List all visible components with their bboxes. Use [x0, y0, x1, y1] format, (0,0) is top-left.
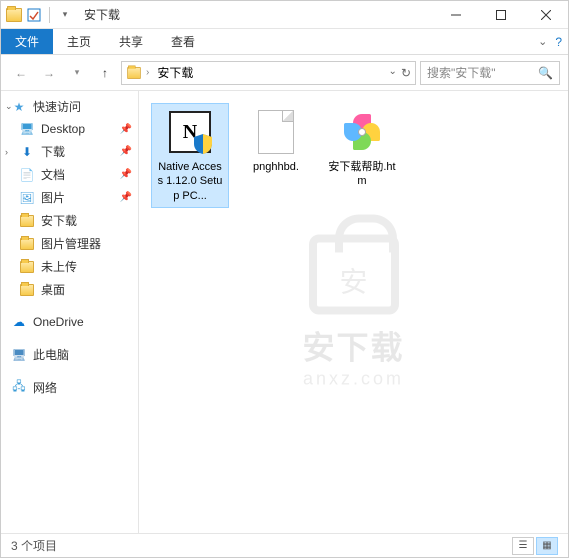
quick-access-toolbar: ▾ [1, 6, 78, 24]
picture-icon: 🖼 [19, 190, 35, 206]
tab-file[interactable]: 文件 [1, 29, 53, 54]
maximize-button[interactable] [478, 1, 523, 29]
download-icon: ⬇ [19, 144, 35, 160]
file-item[interactable]: N Native Access 1.12.0 Setup PC... [151, 103, 229, 208]
watermark: 安下载 anxz.com [302, 235, 404, 390]
sidebar-item-label: 未上传 [41, 258, 77, 275]
folder-icon [5, 6, 23, 24]
sidebar-thispc[interactable]: 🖥 此电脑 [1, 343, 138, 366]
sidebar-item-label: 图片 [41, 189, 65, 206]
status-text: 3 个项目 [11, 537, 57, 554]
file-label: 安下载帮助.htm [328, 160, 396, 189]
sidebar-item-folder[interactable]: 桌面 [1, 278, 138, 301]
folder-icon [127, 67, 141, 79]
sidebar-label: 快速访问 [33, 98, 81, 115]
file-item[interactable]: 安下载帮助.htm [323, 103, 401, 208]
file-label: Native Access 1.12.0 Setup PC... [156, 160, 224, 203]
navigation-pane: ⌄ ★ 快速访问 🖥 Desktop 📌 › ⬇ 下载 📌 📄 文档 📌 🖼 图… [1, 91, 139, 533]
sidebar-network[interactable]: 🖧 网络 [1, 376, 138, 399]
sidebar-item-label: Desktop [41, 122, 85, 136]
sidebar-item-folder[interactable]: 未上传 [1, 255, 138, 278]
minimize-button[interactable] [433, 1, 478, 29]
tab-home[interactable]: 主页 [53, 29, 105, 54]
pc-icon: 🖥 [11, 347, 27, 363]
close-button[interactable] [523, 1, 568, 29]
exe-icon: N [166, 108, 214, 156]
details-view-button[interactable]: ☰ [512, 537, 534, 555]
sidebar-label: OneDrive [33, 315, 84, 329]
sidebar-item-label: 安下载 [41, 212, 77, 229]
up-button[interactable]: ↑ [93, 61, 117, 85]
onedrive-icon: ☁ [11, 314, 27, 330]
sidebar-item-folder[interactable]: 图片管理器 [1, 232, 138, 255]
folder-icon [19, 213, 35, 229]
desktop-icon: 🖥 [19, 121, 35, 137]
pin-icon: 📌 [120, 192, 132, 203]
file-item[interactable]: pnghhbd. [237, 103, 315, 208]
sidebar-item-pictures[interactable]: 🖼 图片 📌 [1, 186, 138, 209]
titlebar: ▾ 安下载 [1, 1, 568, 29]
statusbar: 3 个项目 ☰ ▦ [1, 533, 568, 557]
ribbon-expand-icon[interactable]: ⌄ [538, 35, 547, 48]
sidebar-item-label: 文档 [41, 166, 65, 183]
back-button[interactable]: ← [9, 61, 33, 85]
network-icon: 🖧 [11, 380, 27, 396]
refresh-icon[interactable]: ↻ [401, 66, 411, 80]
folder-icon [19, 236, 35, 252]
sidebar-item-label: 图片管理器 [41, 235, 101, 252]
address-bar: ← → ▾ ↑ › 安下载 ⌄ ↻ 搜索"安下载" 🔍 [1, 55, 568, 91]
pin-icon: 📌 [120, 124, 132, 135]
search-input[interactable]: 搜索"安下载" 🔍 [420, 61, 560, 85]
sidebar-quick-access[interactable]: ⌄ ★ 快速访问 [1, 95, 138, 118]
tab-share[interactable]: 共享 [105, 29, 157, 54]
document-icon: 📄 [19, 167, 35, 183]
blank-file-icon [252, 108, 300, 156]
tab-view[interactable]: 查看 [157, 29, 209, 54]
ribbon-tabs: 文件 主页 共享 查看 ⌄ ? [1, 29, 568, 55]
address-box[interactable]: › 安下载 ⌄ ↻ [121, 61, 416, 85]
sidebar-label: 网络 [33, 379, 57, 396]
sidebar-item-downloads[interactable]: › ⬇ 下载 📌 [1, 140, 138, 163]
properties-icon[interactable] [25, 6, 43, 24]
sidebar-item-desktop[interactable]: 🖥 Desktop 📌 [1, 118, 138, 140]
window-controls [433, 1, 568, 29]
htm-icon [338, 108, 386, 156]
sidebar-label: 此电脑 [33, 346, 69, 363]
help-icon[interactable]: ? [555, 35, 562, 49]
icons-view-button[interactable]: ▦ [536, 537, 558, 555]
sidebar-item-label: 桌面 [41, 281, 65, 298]
file-label: pnghhbd. [253, 160, 299, 174]
sidebar-item-folder[interactable]: 安下载 [1, 209, 138, 232]
folder-icon [19, 282, 35, 298]
pin-icon: 📌 [120, 169, 132, 180]
file-list[interactable]: 安下载 anxz.com N Native Access 1.12.0 Setu… [139, 91, 568, 533]
search-icon: 🔍 [538, 66, 553, 80]
pin-icon: 📌 [120, 146, 132, 157]
recent-dropdown-icon[interactable]: ▾ [65, 61, 89, 85]
window-title: 安下载 [84, 6, 120, 23]
folder-icon [19, 259, 35, 275]
search-placeholder: 搜索"安下载" [427, 64, 534, 81]
sidebar-onedrive[interactable]: ☁ OneDrive [1, 311, 138, 333]
sidebar-item-documents[interactable]: 📄 文档 📌 [1, 163, 138, 186]
sidebar-item-label: 下载 [41, 143, 65, 160]
forward-button[interactable]: → [37, 61, 61, 85]
chevron-right-icon[interactable]: › [146, 67, 149, 78]
expand-icon[interactable]: › [5, 147, 15, 157]
collapse-icon[interactable]: ⌄ [5, 101, 15, 112]
address-dropdown-icon[interactable]: ⌄ [389, 66, 397, 80]
breadcrumb[interactable]: 安下载 [153, 64, 197, 81]
qat-dropdown-icon[interactable]: ▾ [56, 6, 74, 24]
